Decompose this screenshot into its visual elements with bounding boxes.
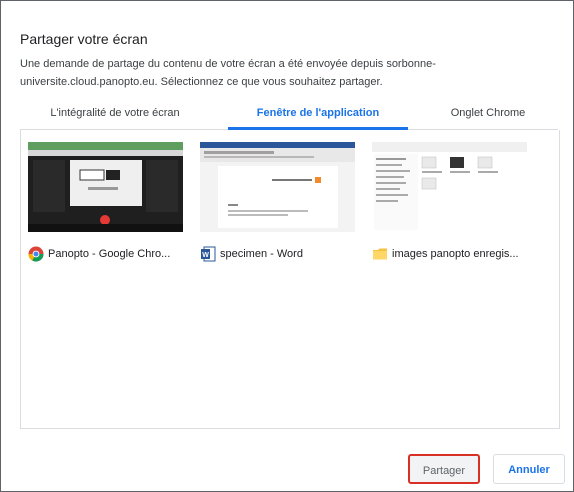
- folder-icon: [372, 246, 388, 262]
- dialog-description: Une demande de partage du contenu de vot…: [20, 58, 436, 88]
- tab-entire-screen[interactable]: L'intégralité de votre écran: [20, 105, 210, 129]
- window-item-word[interactable]: W specimen - Word: [200, 142, 355, 262]
- window-title: specimen - Word: [220, 248, 303, 260]
- cancel-button[interactable]: Annuler: [493, 454, 565, 484]
- window-item-panopto[interactable]: Panopto - Google Chro...: [28, 142, 183, 262]
- tab-bar: L'intégralité de votre écran Fenêtre de …: [20, 105, 558, 130]
- word-icon: W: [200, 246, 216, 262]
- window-list: Panopto - Google Chro... W specimen - Wo…: [20, 130, 560, 429]
- window-item-explorer[interactable]: images panopto enregis...: [372, 142, 527, 262]
- dialog-title: Partager votre écran: [20, 31, 148, 47]
- share-button[interactable]: Partager: [408, 454, 480, 484]
- window-title: Panopto - Google Chro...: [48, 248, 171, 260]
- share-screen-dialog: Partager votre écran Une demande de part…: [0, 0, 574, 492]
- tab-application-window[interactable]: Fenêtre de l'application: [228, 105, 408, 130]
- window-label: W specimen - Word: [200, 244, 360, 264]
- window-label: Panopto - Google Chro...: [28, 244, 188, 264]
- window-title: images panopto enregis...: [392, 248, 519, 260]
- window-label: images panopto enregis...: [372, 244, 532, 264]
- chrome-icon: [28, 246, 44, 262]
- window-thumbnail: [372, 142, 527, 232]
- svg-text:W: W: [202, 252, 209, 259]
- window-thumbnail: [28, 142, 183, 232]
- tab-chrome-tab[interactable]: Onglet Chrome: [418, 105, 558, 129]
- window-thumbnail: [200, 142, 355, 232]
